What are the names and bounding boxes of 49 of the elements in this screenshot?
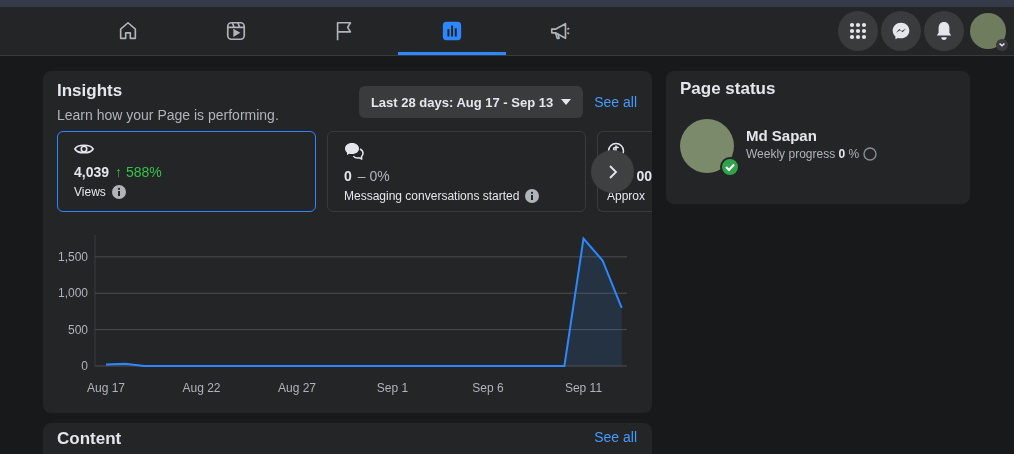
y-axis-label: 1,500 bbox=[57, 249, 88, 264]
chat-bubbles-icon bbox=[344, 142, 364, 160]
y-axis-label: 0 bbox=[81, 359, 88, 373]
y-axis-label: 500 bbox=[67, 322, 88, 337]
date-range-dropdown[interactable]: Last 28 days: Aug 17 - Sep 13 bbox=[358, 86, 584, 118]
eye-icon bbox=[74, 142, 94, 156]
messenger-button[interactable] bbox=[881, 11, 921, 51]
caret-icon bbox=[561, 99, 572, 105]
see-all-link[interactable]: See all bbox=[594, 429, 637, 445]
see-all-link[interactable]: See all bbox=[594, 94, 637, 110]
metric-card[interactable]: 0 – 0% Messaging conversations started bbox=[327, 131, 586, 212]
metric-label: Approx bbox=[607, 189, 646, 203]
info-icon[interactable] bbox=[525, 189, 540, 203]
page-name: Md Sapan bbox=[746, 127, 818, 144]
next-button[interactable] bbox=[591, 150, 634, 193]
y-axis-label: 1,000 bbox=[57, 286, 88, 301]
metric-label: Messaging conversations started bbox=[344, 189, 520, 203]
info-icon[interactable] bbox=[111, 185, 126, 199]
messenger-icon bbox=[891, 21, 911, 41]
profile-avatar[interactable] bbox=[970, 13, 1006, 49]
x-axis-label: Sep 1 bbox=[376, 381, 409, 395]
menu-button[interactable] bbox=[838, 11, 878, 51]
grid-icon bbox=[849, 22, 867, 40]
metric-value: 4,039 bbox=[74, 164, 110, 180]
metric-change: – 0% bbox=[357, 168, 390, 184]
metric-card[interactable]: 4,039 ↑ 588% Views bbox=[57, 131, 316, 212]
chevron-right-icon bbox=[607, 163, 618, 180]
metric-value: 00 bbox=[636, 168, 652, 184]
weekly-progress-text: Weekly progress 0 % bbox=[746, 147, 860, 161]
bar-chart-icon bbox=[441, 20, 463, 42]
x-axis-label: Aug 22 bbox=[182, 381, 221, 395]
house-icon bbox=[117, 20, 139, 42]
metric-value: 0 bbox=[344, 168, 352, 184]
insights-subtitle: Learn how your Page is performing. bbox=[57, 107, 279, 123]
x-axis-label: Sep 11 bbox=[564, 381, 603, 395]
x-axis-label: Sep 6 bbox=[472, 381, 504, 395]
metric-change: ↑ 588% bbox=[115, 164, 162, 180]
notifications-button[interactable] bbox=[924, 11, 964, 51]
bell-icon bbox=[935, 21, 953, 41]
video-play-icon bbox=[225, 20, 247, 42]
page-status-title: Page status bbox=[680, 79, 777, 99]
caret-icon bbox=[996, 39, 1008, 51]
content-title: Content bbox=[57, 429, 122, 449]
metric-label: Views bbox=[74, 185, 106, 199]
x-axis-label: Aug 27 bbox=[278, 381, 316, 395]
megaphone-icon bbox=[548, 20, 572, 42]
progress-ring-icon bbox=[863, 147, 878, 161]
x-axis-label: Aug 17 bbox=[87, 381, 125, 395]
insights-title: Insights bbox=[57, 81, 124, 101]
